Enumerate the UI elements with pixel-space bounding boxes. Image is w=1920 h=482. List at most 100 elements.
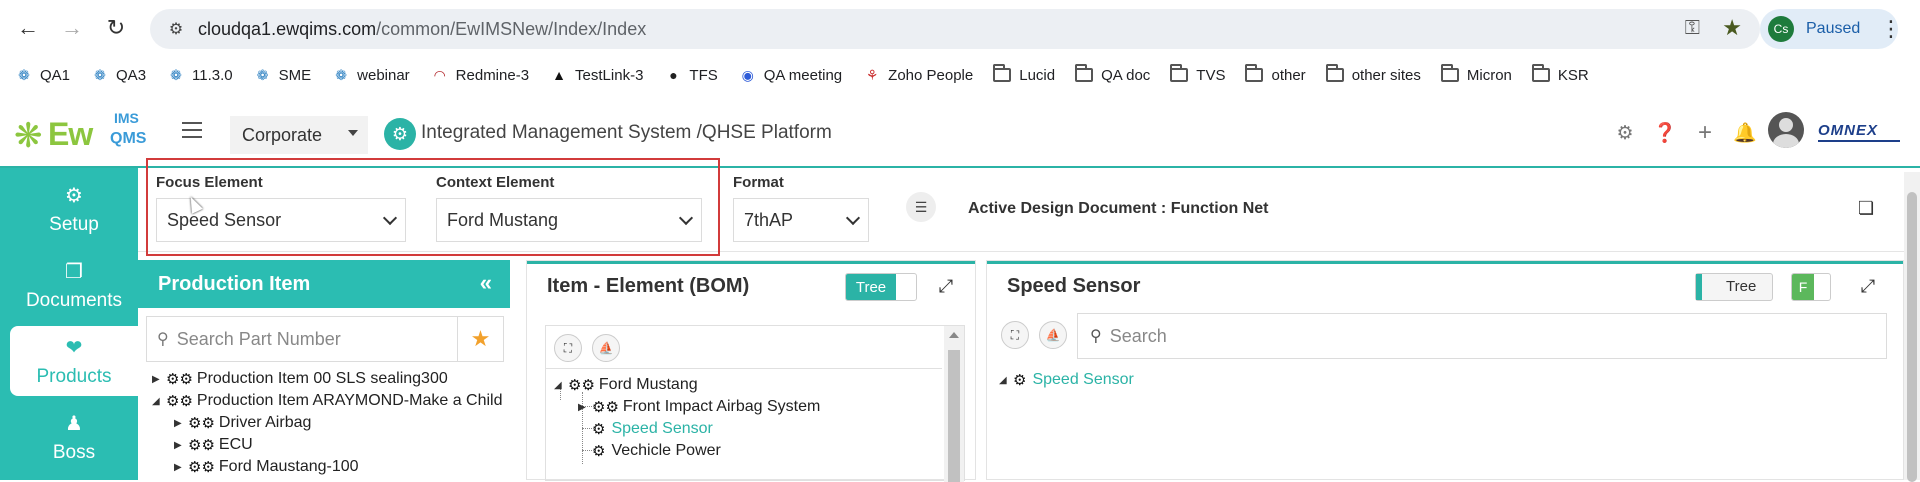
folder-icon (1075, 64, 1094, 82)
tree-node-label: Production Item ARAYMOND-Make a Child (196, 392, 503, 409)
testlink-icon: ▲ (552, 67, 566, 83)
tree-node[interactable]: ◢ ⚙⚙ Ford Mustang (554, 376, 698, 394)
forward-icon[interactable]: → (56, 12, 88, 44)
panel-title: Production Item (158, 272, 311, 295)
bom-scrollbar[interactable] (944, 326, 964, 482)
ewqims-logo[interactable]: ❋ Ew IMS QMS (14, 110, 164, 155)
sidebar-item-label: Setup (49, 213, 99, 235)
gears-icon: ⚙⚙ (188, 415, 215, 432)
expand-all-icon[interactable]: ⛶ (554, 334, 582, 362)
collapse-arrow-icon[interactable]: ◢ (152, 396, 162, 407)
sidebar-item-label: Products (36, 365, 112, 387)
collapse-left-icon[interactable]: « (480, 270, 492, 296)
address-bar[interactable]: ⚙ cloudqa1.ewqims.com/common/EwIMSNew/In… (150, 9, 1760, 49)
bookmark-tvs[interactable]: TVS (1170, 64, 1225, 84)
bookmark-qa3[interactable]: ❁ QA3 (90, 65, 146, 85)
expand-arrow-icon[interactable]: ▶ (174, 418, 184, 429)
expand-icon[interactable]: ⤢ (1857, 275, 1879, 297)
bookmark-other-sites[interactable]: other sites (1325, 64, 1421, 84)
tree-node[interactable]: ▶ ⚙⚙ Ford Maustang-100 (174, 458, 359, 476)
tree-node[interactable]: ▶ ⚙⚙ ECU (174, 436, 253, 454)
key-icon[interactable]: ⚿ (1685, 17, 1700, 40)
copy-window-icon[interactable]: ❏ (1858, 198, 1878, 218)
url-host: cloudqa1.ewqims.com (198, 18, 377, 39)
bookmark-label: Micron (1466, 66, 1512, 84)
favorites-star-button[interactable]: ★ (458, 316, 504, 362)
search-placeholder: Search Part Number (176, 328, 341, 349)
bookmark-other[interactable]: other (1245, 64, 1306, 84)
expand-arrow-icon[interactable]: ▶ (174, 440, 184, 451)
sidebar-item-setup[interactable]: ⚙ Setup (10, 174, 138, 244)
hamburger-menu-icon[interactable] (182, 122, 202, 138)
speed-sensor-panel: Speed Sensor Tree F ⤢ ⛶ ⛵ ⚲ Search ◢ ⚙ S… (986, 260, 1904, 480)
tree-toggle-label: Tree (846, 274, 896, 300)
reload-icon[interactable]: ↻ (100, 12, 132, 44)
corporate-select[interactable]: Corporate (230, 116, 368, 154)
main-scrollbar[interactable] (1904, 172, 1920, 482)
bookmark-tfs[interactable]: ● TFS (663, 65, 718, 85)
expand-arrow-icon[interactable]: ▶ (578, 402, 588, 413)
bookmark-zoho-people[interactable]: ⚘ Zoho People (862, 65, 973, 85)
format-select[interactable]: 7thAP (733, 198, 869, 242)
expand-all-icon[interactable]: ⛶ (1001, 321, 1029, 349)
browser-menu-icon[interactable]: ⋮ (1880, 16, 1902, 42)
f-toggle[interactable]: F (1791, 273, 1831, 301)
collapse-arrow-icon[interactable]: ◢ (999, 375, 1009, 386)
browser-toolbar: ← → ↻ ⚙ cloudqa1.ewqims.com/common/EwIMS… (0, 0, 1920, 58)
tree-node-selected[interactable]: ⚙ Speed Sensor (592, 420, 713, 438)
site-info-icon[interactable]: ⚙ (164, 17, 188, 41)
bookmark-ksr[interactable]: KSR (1531, 64, 1589, 84)
tree-node[interactable]: ⚙ Vechicle Power (592, 442, 721, 460)
expand-arrow-icon[interactable]: ▶ (152, 374, 162, 385)
settings-icon[interactable]: ⚙ (1614, 122, 1636, 144)
tree-node[interactable]: ◢ ⚙⚙ Production Item ARAYMOND-Make a Chi… (152, 392, 503, 410)
tree-toggle-label: Tree (1726, 278, 1757, 295)
sidebar-item-boss[interactable]: ♟ Boss (10, 402, 138, 472)
profile-chip[interactable]: Cs Paused (1760, 9, 1898, 49)
bookmark-redmine-3[interactable]: ◠ Redmine-3 (430, 65, 529, 85)
bookmark-star-icon[interactable]: ★ (1722, 15, 1742, 41)
sidebar-item-products[interactable]: ❤ Products (10, 326, 138, 396)
expand-icon[interactable]: ⤢ (935, 275, 957, 297)
folder-icon (1440, 64, 1459, 82)
bookmark-testlink-3[interactable]: ▲ TestLink-3 (549, 65, 643, 85)
bookmark-lucid[interactable]: Lucid (993, 64, 1055, 84)
bookmark-webinar[interactable]: ❁ webinar (331, 65, 409, 85)
bookmark-qa-doc[interactable]: QA doc (1075, 64, 1150, 84)
sensor-search-input[interactable]: ⚲ Search (1077, 313, 1887, 359)
notification-bell-icon[interactable]: 🔔 (1733, 122, 1757, 144)
folder-icon (1245, 64, 1264, 82)
layers-icon[interactable]: ☰ (906, 192, 936, 222)
collapse-all-icon[interactable]: ⛵ (1039, 321, 1067, 349)
tree-toggle[interactable]: Tree (1695, 273, 1773, 301)
bookmark-qa1[interactable]: ❁ QA1 (14, 65, 70, 85)
bookmark-label: QA3 (116, 66, 147, 84)
ims-gear-icon: ⚙ (384, 118, 416, 150)
collapse-all-icon[interactable]: ⛵ (592, 334, 620, 362)
expand-arrow-icon[interactable]: ▶ (174, 462, 184, 473)
tree-toggle[interactable]: Tree (845, 273, 917, 301)
search-part-number-input[interactable]: ⚲ Search Part Number (146, 316, 458, 362)
bookmark-label: QA meeting (763, 66, 843, 84)
tree-node-label: Driver Airbag (218, 414, 312, 431)
tree-node-selected[interactable]: ◢ ⚙ Speed Sensor (999, 371, 1134, 389)
bookmark-label: Redmine-3 (455, 66, 530, 84)
tree-node[interactable]: ▶ ⚙⚙ Driver Airbag (174, 414, 311, 432)
back-icon[interactable]: ← (12, 12, 44, 44)
zoom-icon: ◉ (741, 66, 754, 83)
help-icon[interactable]: ❓ (1653, 122, 1677, 144)
format-label: Format (733, 174, 784, 191)
bookmark-11-3-0[interactable]: ❁ 11.3.0 (166, 65, 232, 85)
chevron-down-icon (845, 210, 861, 226)
user-avatar[interactable] (1768, 112, 1804, 148)
add-icon[interactable]: + (1694, 119, 1716, 146)
omnex-logo: OMNEX (1818, 122, 1900, 142)
sidebar-item-documents[interactable]: ❐ Documents (10, 250, 138, 320)
bookmark-micron[interactable]: Micron (1440, 64, 1512, 84)
bookmark-sme[interactable]: ❁ SME (253, 65, 311, 85)
collapse-arrow-icon[interactable]: ◢ (554, 380, 564, 391)
tree-node[interactable]: ▶ ⚙⚙ Front Impact Airbag System (578, 398, 820, 416)
tree-node[interactable]: ▶ ⚙⚙ Production Item 00 SLS sealing300 (152, 370, 448, 388)
bookmarks-bar: ❁ QA1 ❁ QA3 ❁ 11.3.0 ❁ SME ❁ webinar ◠ Redmine-3 ▲ Te… (0, 58, 1920, 92)
bookmark-qa-meeting[interactable]: ◉ QA meeting (738, 65, 843, 85)
